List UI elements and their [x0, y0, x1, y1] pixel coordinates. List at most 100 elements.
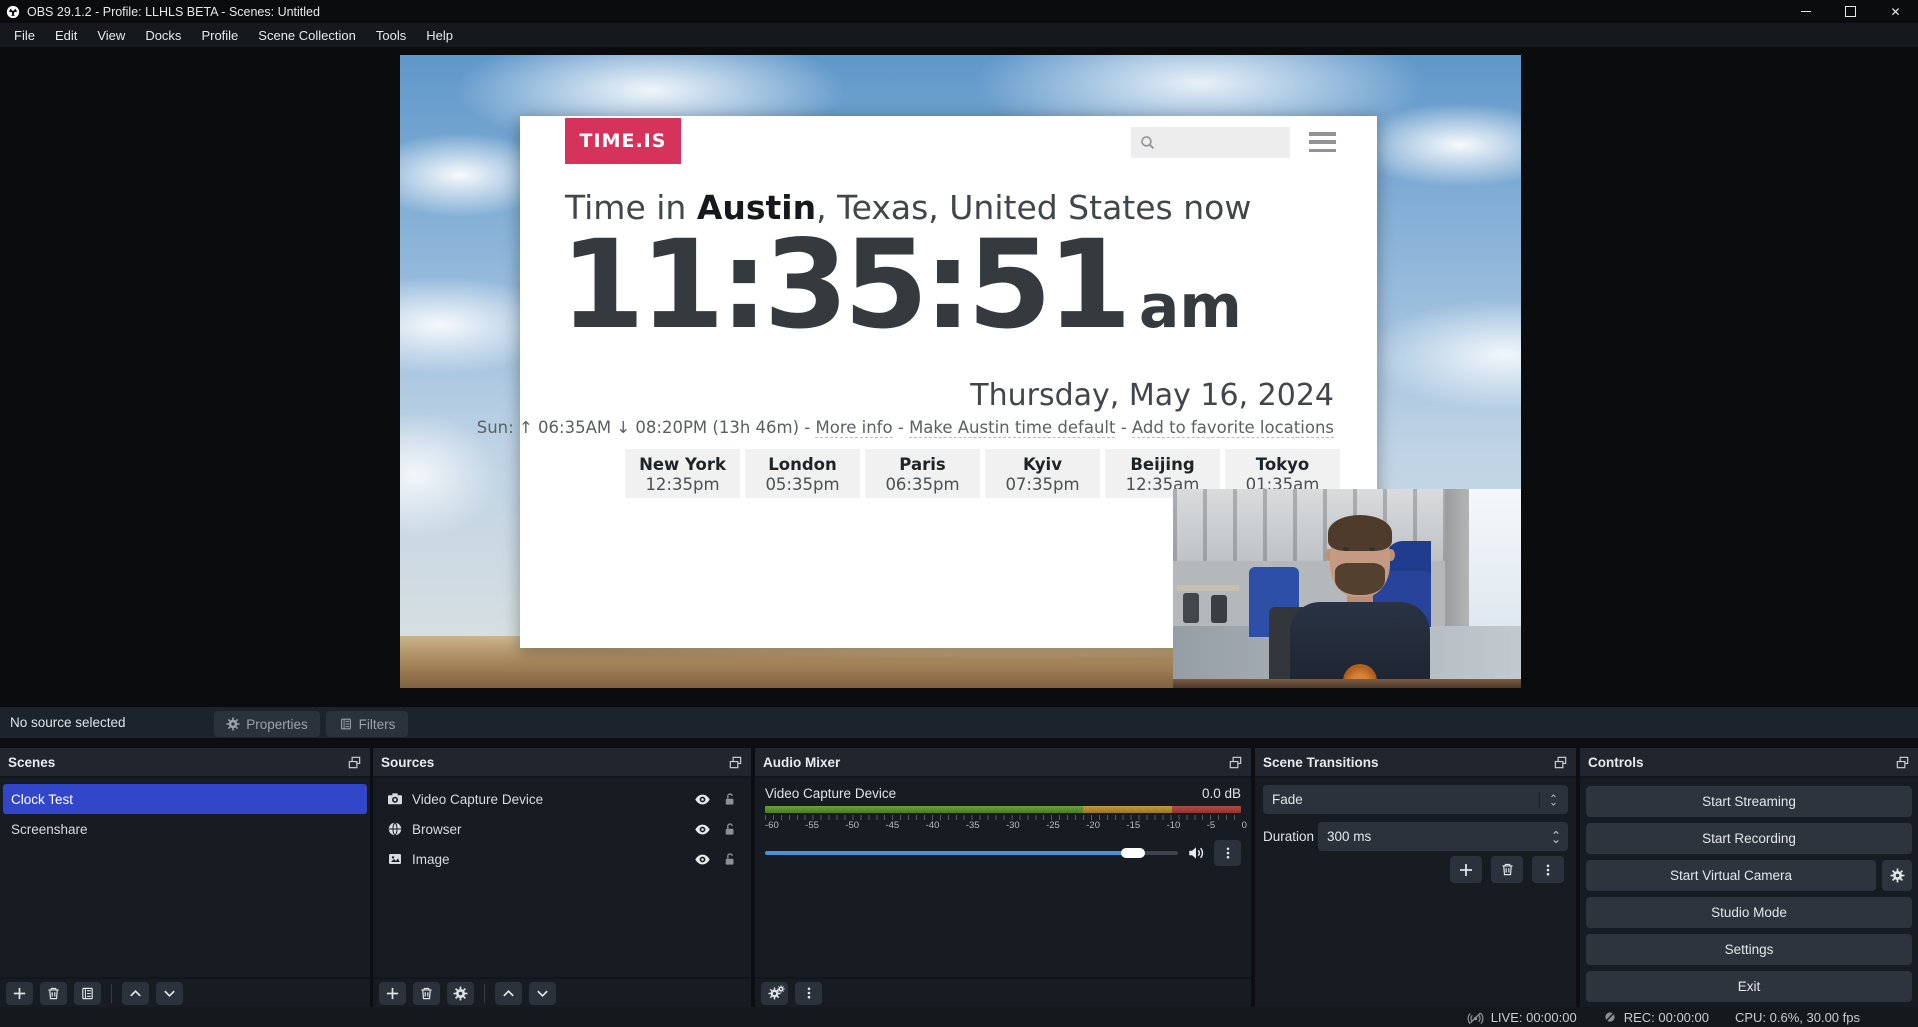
duration-spinbox[interactable]: 300 ms: [1318, 822, 1568, 851]
webcam-source[interactable]: [1173, 489, 1521, 688]
remove-transition-button[interactable]: [1491, 856, 1523, 883]
meter-red-zone: [1172, 806, 1241, 813]
speaker-icon[interactable]: [1187, 844, 1205, 862]
menu-bar: File Edit View Docks Profile Scene Colle…: [0, 23, 1918, 47]
scene-item-clock-test[interactable]: Clock Test: [3, 784, 367, 814]
cpu-fps-stats: CPU: 0.6%, 30.00 fps: [1735, 1010, 1860, 1025]
chevron-up-icon: [501, 986, 516, 1001]
popout-icon[interactable]: [1895, 755, 1910, 770]
chevron-down-icon[interactable]: [1550, 837, 1562, 846]
globe-icon: [387, 821, 403, 837]
obs-logo-icon: [6, 5, 20, 19]
add-scene-button[interactable]: [6, 982, 33, 1005]
menu-scene-collection[interactable]: Scene Collection: [248, 25, 366, 46]
add-favorite-link: Add to favorite locations: [1132, 418, 1334, 438]
program-canvas[interactable]: TIME.IS Time in Austin, Texas, United St…: [400, 55, 1521, 688]
menu-view[interactable]: View: [87, 25, 135, 46]
office-chair: [1211, 595, 1227, 623]
menu-profile[interactable]: Profile: [191, 25, 248, 46]
volume-row: [765, 840, 1241, 866]
scene-move-up-button[interactable]: [122, 982, 149, 1005]
meter-tick-labels: -60-55-50-45-40-35-30-25-20-15-10-50: [765, 820, 1247, 831]
hamburger-menu-icon: [1309, 132, 1336, 152]
virtual-camera-settings-button[interactable]: [1882, 860, 1912, 891]
popout-icon[interactable]: [1553, 755, 1568, 770]
studio-mode-button[interactable]: Studio Mode: [1586, 897, 1912, 928]
lock-icon[interactable]: [722, 792, 737, 807]
add-transition-button[interactable]: [1450, 856, 1482, 883]
transition-menu-button[interactable]: [1532, 856, 1564, 883]
audio-mixer-panel: Audio Mixer Video Capture Device 0.0 dB …: [755, 748, 1251, 1007]
source-move-up-button[interactable]: [495, 982, 522, 1005]
make-default-link: Make Austin time default: [909, 418, 1115, 438]
scenes-panel: Scenes Clock Test Screenshare: [0, 748, 370, 1007]
scene-item-screenshare[interactable]: Screenshare: [0, 814, 370, 844]
minimize-button[interactable]: [1783, 0, 1828, 23]
remove-scene-button[interactable]: [40, 982, 67, 1005]
menu-docks[interactable]: Docks: [135, 25, 191, 46]
toolbar-divider: [111, 984, 112, 1003]
mixer-level-value: 0.0 dB: [1202, 786, 1241, 801]
source-list: Video Capture Device Browser Image: [373, 778, 751, 874]
filters-button[interactable]: Filters: [326, 711, 408, 737]
sources-panel: Sources Video Capture Device Browser: [373, 748, 751, 1007]
visibility-eye-icon[interactable]: [694, 851, 711, 868]
maximize-button[interactable]: [1828, 0, 1873, 23]
live-status: LIVE: 00:00:00: [1467, 1009, 1577, 1026]
volume-slider-handle[interactable]: [1121, 848, 1145, 858]
lock-icon[interactable]: [722, 852, 737, 867]
city-paris: Paris06:35pm: [865, 449, 980, 498]
popout-icon[interactable]: [1228, 755, 1243, 770]
source-item-video-capture[interactable]: Video Capture Device: [373, 784, 751, 814]
source-properties-button[interactable]: [447, 982, 474, 1005]
minimize-icon: [1801, 11, 1811, 12]
office-chair: [1183, 593, 1199, 623]
advanced-audio-button[interactable]: [761, 982, 788, 1005]
transition-dropdown[interactable]: Fade: [1263, 785, 1568, 814]
camera-icon: [387, 791, 403, 807]
image-icon: [387, 851, 403, 867]
add-source-button[interactable]: [379, 982, 406, 1005]
popout-icon[interactable]: [347, 755, 362, 770]
scene-filters-button[interactable]: [74, 982, 101, 1005]
start-streaming-button[interactable]: Start Streaming: [1586, 786, 1912, 817]
city-kyiv: Kyiv07:35pm: [985, 449, 1100, 498]
person: [1285, 515, 1435, 688]
title-bar: OBS 29.1.2 - Profile: LLHLS BETA - Scene…: [0, 0, 1918, 23]
lock-icon[interactable]: [722, 822, 737, 837]
source-item-image[interactable]: Image: [373, 844, 751, 874]
start-virtual-camera-button[interactable]: Start Virtual Camera: [1586, 860, 1876, 891]
visibility-eye-icon[interactable]: [694, 791, 711, 808]
properties-button[interactable]: Properties: [214, 711, 320, 737]
mixer-menu-button[interactable]: [795, 982, 822, 1005]
chevron-up-icon[interactable]: [1550, 828, 1562, 837]
source-move-down-button[interactable]: [529, 982, 556, 1005]
scene-move-down-button[interactable]: [156, 982, 183, 1005]
controls-buttons: Start Streaming Start Recording Start Vi…: [1580, 778, 1918, 1010]
chevron-down-icon: [535, 986, 550, 1001]
source-item-browser[interactable]: Browser: [373, 814, 751, 844]
menu-help[interactable]: Help: [416, 25, 463, 46]
remove-source-button[interactable]: [413, 982, 440, 1005]
visibility-eye-icon[interactable]: [694, 821, 711, 838]
scene-list: Clock Test Screenshare: [0, 778, 370, 844]
menu-file[interactable]: File: [4, 25, 45, 46]
close-button[interactable]: ✕: [1873, 0, 1918, 23]
status-bar: LIVE: 00:00:00 REC: 00:00:00 CPU: 0.6%, …: [0, 1007, 1918, 1027]
scenes-header: Scenes: [0, 748, 370, 778]
small-gear-icon: [777, 985, 785, 993]
settings-button[interactable]: Settings: [1586, 934, 1912, 965]
audio-mixer-header: Audio Mixer: [755, 748, 1251, 778]
more-info-link: More info: [815, 418, 892, 438]
menu-tools[interactable]: Tools: [366, 25, 416, 46]
mixer-channel-menu-button[interactable]: [1214, 840, 1241, 866]
clock-meridiem: am: [1139, 272, 1242, 342]
exit-button[interactable]: Exit: [1586, 971, 1912, 1002]
sources-toolbar: [373, 977, 751, 1007]
popout-icon[interactable]: [728, 755, 743, 770]
volume-meter: [765, 806, 1241, 813]
person-hair: [1328, 515, 1392, 551]
menu-edit[interactable]: Edit: [45, 25, 87, 46]
volume-slider[interactable]: [765, 851, 1178, 855]
start-recording-button[interactable]: Start Recording: [1586, 823, 1912, 854]
